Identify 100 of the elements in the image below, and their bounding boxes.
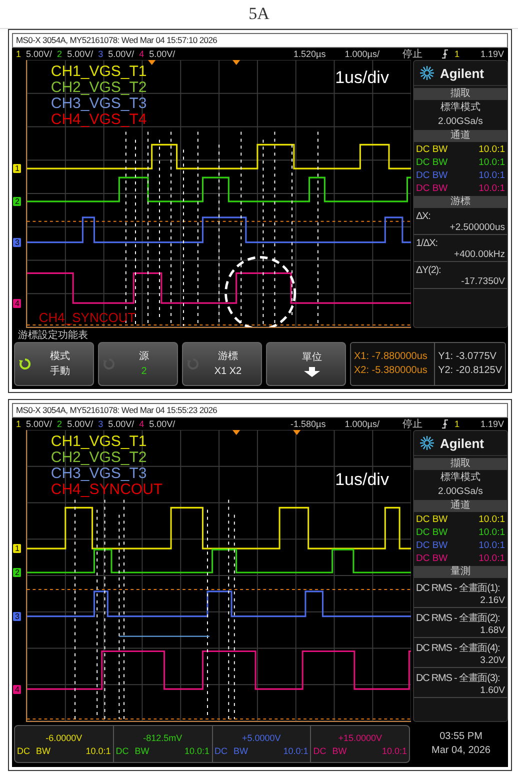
page-caption: 5A xyxy=(248,4,270,24)
probe-ratio: 10.0:1 xyxy=(283,745,308,757)
coupling-label: DC BW xyxy=(416,514,448,525)
panel-heading: 量測 xyxy=(414,566,507,578)
bandwidth-label: BW xyxy=(134,745,150,757)
coupling-label: DC xyxy=(313,745,326,757)
panel-heading: 通道 xyxy=(414,130,507,142)
acquire-info: 標準模式 xyxy=(439,102,482,114)
time-marker-icon xyxy=(148,60,156,65)
ground-marker: 2 xyxy=(13,568,22,577)
coupling-label: DC BW xyxy=(416,553,448,564)
readout-value: -17.7350V xyxy=(460,276,505,287)
probe-ratio: 10.0:1 xyxy=(382,745,407,757)
readout-label: 1/ΔX: xyxy=(416,238,438,249)
coupling-label: DC xyxy=(116,745,129,757)
readout-value: 2.16V xyxy=(479,595,505,606)
probe-ratio: 10.0:1 xyxy=(478,553,505,564)
starburst-logo-icon xyxy=(418,65,435,81)
channel-number: 4 xyxy=(139,419,144,429)
clock-date: Mar 04, 2026 xyxy=(432,744,490,758)
softkey-button[interactable]: 模式 手動 xyxy=(14,342,94,386)
channel-label: CH3_VGS_T3 xyxy=(50,96,147,112)
channel-number: 2 xyxy=(57,49,62,59)
channel-offset: +5.0000V xyxy=(240,732,282,745)
readout-value: +400.00kHz xyxy=(453,249,505,260)
coupling-label: DC BW xyxy=(416,170,448,181)
coupling-label: DC xyxy=(17,745,30,757)
scale-note: 1us/div xyxy=(335,470,389,490)
channel-number: 2 xyxy=(57,419,62,429)
ground-marker: 4 xyxy=(13,685,22,694)
readout-label: DC RMS - 全畫面(2): xyxy=(416,612,501,625)
acquire-info: 標準模式 xyxy=(439,472,482,484)
time-marker-icon xyxy=(292,430,301,435)
readout-value: 3.20V xyxy=(479,655,505,666)
readout-value: 1.60V xyxy=(479,685,505,696)
clock-time: 03:55 PM xyxy=(440,730,482,744)
panel-heading: 游標 xyxy=(414,196,507,208)
softkey-button[interactable]: 單位 xyxy=(266,342,346,386)
timebase-value: 1.000µs/ xyxy=(344,49,380,59)
channel-number: 1 xyxy=(16,419,22,429)
coupling-label: DC BW xyxy=(416,183,448,194)
probe-ratio: 10.0:1 xyxy=(478,144,505,155)
probe-ratio: 10.0:1 xyxy=(86,745,111,757)
probe-ratio: 10.0:1 xyxy=(478,527,505,538)
cursor-x-readout: X1: -7.880000us xyxy=(354,350,428,364)
trigger-source: 1 xyxy=(454,49,460,59)
probe-ratio: 10.0:1 xyxy=(184,745,210,757)
channel-number: 3 xyxy=(98,49,104,59)
menu-title: 游標設定功能表 xyxy=(17,330,89,342)
bandwidth-label: BW xyxy=(234,745,248,757)
channel-label: CH4_SYNCOUT xyxy=(38,310,136,325)
ground-marker: 3 xyxy=(13,612,22,621)
bandwidth-label: BW xyxy=(36,745,50,757)
coupling-label: DC BW xyxy=(416,144,448,155)
readout-label: DC RMS - 全畫面(3): xyxy=(416,672,501,685)
softkey-button[interactable]: 源 2 xyxy=(98,342,178,386)
cursor-y-readout: Y2: -20.8125V xyxy=(438,364,502,378)
channel-number: 3 xyxy=(98,419,104,429)
delay-value: -1.580µs xyxy=(290,419,326,429)
cursor-x-readout: X2: -5.380000us xyxy=(354,364,428,378)
ground-marker: 3 xyxy=(13,238,22,247)
readout-label: ΔX: xyxy=(416,211,432,222)
channel-offset: -6.0000V xyxy=(44,732,84,745)
coupling-label: DC BW xyxy=(416,157,448,168)
channel-scale: 5.00V/ xyxy=(67,49,94,59)
probe-ratio: 10.0:1 xyxy=(478,540,505,551)
readout-label: ΔY(2): xyxy=(416,265,442,276)
run-state: 停止 xyxy=(402,418,422,431)
brand-logo: Agilent xyxy=(440,436,484,450)
channel-label: CH2_VGS_T2 xyxy=(50,450,148,466)
channel-label: CH3_VGS_T3 xyxy=(50,466,148,482)
readout-label: DC RMS - 全畫面(4): xyxy=(416,642,501,655)
readout-value: +2.500000us xyxy=(448,222,505,233)
panel-heading: 通道 xyxy=(414,500,507,512)
window-title: MS0-X 3054A, MY52161078: Wed Mar 04 15:57:10 2026 xyxy=(12,33,508,48)
trigger-edge-icon xyxy=(441,419,450,429)
channel-scale: 5.00V/ xyxy=(26,49,52,59)
panel-heading: 擷取 xyxy=(414,88,507,100)
readout-value: 1.68V xyxy=(479,625,505,636)
window-title: MS0-X 3054A, MY52161078: Wed Mar 04 15:55:23 2026 xyxy=(12,403,508,418)
channel-label: CH4_VGS_T4 xyxy=(50,112,147,128)
timebase-value: 1.000µs/ xyxy=(344,419,380,429)
delay-value: 1.520µs xyxy=(294,49,326,59)
cursor-y-readout: Y1: -3.0775V xyxy=(438,350,498,364)
acquire-info: 2.00GSa/s xyxy=(437,486,484,498)
brand-logo: Agilent xyxy=(440,66,484,80)
panel-heading: 擷取 xyxy=(414,458,507,470)
softkey-button[interactable]: 游標 X1 X2 xyxy=(182,342,262,386)
channel-scale: 5.00V/ xyxy=(26,419,52,429)
scale-note: 1us/div xyxy=(335,68,389,88)
channel-number: 4 xyxy=(139,49,144,59)
channel-scale: 5.00V/ xyxy=(67,419,94,429)
probe-ratio: 10.0:1 xyxy=(478,157,505,168)
down-arrow-icon xyxy=(304,366,320,376)
channel-number: 1 xyxy=(16,49,22,59)
channel-scale: 5.00V/ xyxy=(108,49,134,59)
acquire-info: 2.00GSa/s xyxy=(437,116,484,128)
probe-ratio: 10.0:1 xyxy=(478,183,505,194)
trigger-level: 1.19V xyxy=(480,49,504,59)
coupling-label: DC xyxy=(214,745,228,757)
